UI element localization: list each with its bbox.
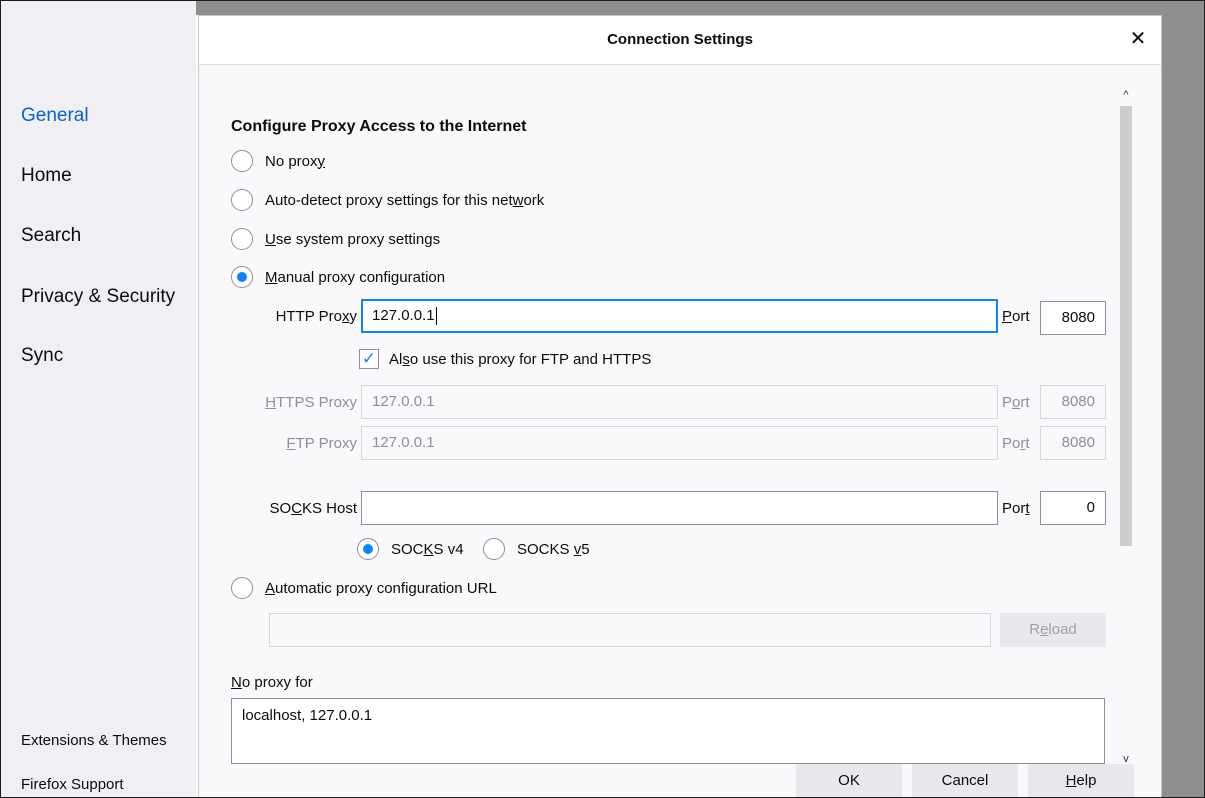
modal-backdrop-top xyxy=(196,1,1161,15)
ftp-port-input[interactable]: 8080 xyxy=(1040,426,1106,460)
radio-button[interactable] xyxy=(231,577,253,599)
socks-host-label: SOCKS Host xyxy=(269,500,357,517)
close-icon[interactable]: ✕ xyxy=(1125,26,1151,52)
http-port-label: Port xyxy=(1002,308,1030,325)
radio-auto-detect[interactable]: Auto-detect proxy settings for this netw… xyxy=(231,189,544,211)
https-proxy-input[interactable]: 127.0.0.1 xyxy=(361,385,998,419)
scroll-thumb[interactable] xyxy=(1120,106,1132,546)
sidebar-item-sync[interactable]: Sync xyxy=(21,345,63,367)
https-port-input[interactable]: 8080 xyxy=(1040,385,1106,419)
connection-settings-dialog: Connection Settings ✕ ^ v Configure Prox… xyxy=(198,15,1162,797)
dialog-titlebar: Connection Settings ✕ xyxy=(199,16,1161,65)
socks-port-label: Port xyxy=(1002,500,1030,517)
sidebar-item-home[interactable]: Home xyxy=(21,165,72,187)
radio-label: Auto-detect proxy settings for this netw… xyxy=(265,191,545,209)
http-proxy-label: HTTP Proxy xyxy=(275,308,357,325)
also-use-proxy-checkbox-row[interactable]: ✓ Also use this proxy for FTP and HTTPS xyxy=(359,349,651,369)
radio-label: No proxy xyxy=(265,152,326,170)
radio-button[interactable] xyxy=(231,189,253,211)
ftp-proxy-label: FTP Proxy xyxy=(286,435,357,452)
window-frame: General Home Search Privacy & Security S… xyxy=(0,0,1205,798)
http-port-input[interactable]: 8080 xyxy=(1040,301,1106,335)
radio-label: SOCKS v4 xyxy=(391,540,464,558)
no-proxy-for-textarea[interactable]: localhost, 127.0.0.1 xyxy=(231,698,1105,764)
radio-label: Manual proxy configuration xyxy=(265,268,446,286)
sidebar-item-privacy-security[interactable]: Privacy & Security xyxy=(21,286,175,308)
sidebar-extensions-themes[interactable]: Extensions & Themes xyxy=(21,732,167,749)
cancel-button[interactable]: Cancel xyxy=(912,764,1018,797)
radio-button[interactable] xyxy=(231,228,253,250)
http-proxy-input[interactable]: 127.0.0.1 xyxy=(361,299,998,333)
radio-auto-proxy-url[interactable]: Automatic proxy configuration URL xyxy=(231,577,497,599)
sidebar-item-search[interactable]: Search xyxy=(21,225,81,247)
modal-backdrop-right xyxy=(1161,1,1204,797)
radio-button-selected[interactable] xyxy=(357,538,379,560)
radio-socks-v5[interactable]: SOCKS v5 xyxy=(483,538,590,560)
https-port-label: Port xyxy=(1002,394,1030,411)
socks-host-input[interactable] xyxy=(361,491,998,525)
dialog-scrollbar[interactable]: ^ v xyxy=(1117,86,1135,766)
radio-manual-proxy[interactable]: Manual proxy configuration xyxy=(231,266,445,288)
preferences-sidebar: General Home Search Privacy & Security S… xyxy=(1,1,196,797)
section-title: Configure Proxy Access to the Internet xyxy=(231,118,527,135)
radio-button[interactable] xyxy=(483,538,505,560)
radio-socks-v4[interactable]: SOCKS v4 xyxy=(357,538,464,560)
no-proxy-for-label: No proxy for xyxy=(231,674,313,691)
radio-label: SOCKS v5 xyxy=(517,540,590,558)
radio-system-proxy[interactable]: Use system proxy settings xyxy=(231,228,440,250)
auto-proxy-url-input[interactable] xyxy=(269,613,991,647)
reload-button[interactable]: Reload xyxy=(1000,613,1106,647)
scroll-up-icon[interactable]: ^ xyxy=(1117,86,1135,104)
ftp-proxy-input[interactable]: 127.0.0.1 xyxy=(361,426,998,460)
sidebar-firefox-support[interactable]: Firefox Support xyxy=(21,776,124,793)
radio-button[interactable] xyxy=(231,150,253,172)
checkbox-label: Also use this proxy for FTP and HTTPS xyxy=(389,350,652,368)
radio-label: Use system proxy settings xyxy=(265,230,441,248)
https-proxy-label: HTTPS Proxy xyxy=(265,394,357,411)
ok-button[interactable]: OK xyxy=(796,764,902,797)
dialog-title: Connection Settings xyxy=(607,31,753,48)
radio-no-proxy[interactable]: No proxy xyxy=(231,150,325,172)
check-icon[interactable]: ✓ xyxy=(359,349,379,369)
radio-label: Automatic proxy configuration URL xyxy=(265,579,497,597)
help-button[interactable]: Help xyxy=(1028,764,1134,797)
sidebar-item-general[interactable]: General xyxy=(21,105,89,127)
socks-port-input[interactable]: 0 xyxy=(1040,491,1106,525)
ftp-port-label: Port xyxy=(1002,435,1030,452)
radio-button-selected[interactable] xyxy=(231,266,253,288)
